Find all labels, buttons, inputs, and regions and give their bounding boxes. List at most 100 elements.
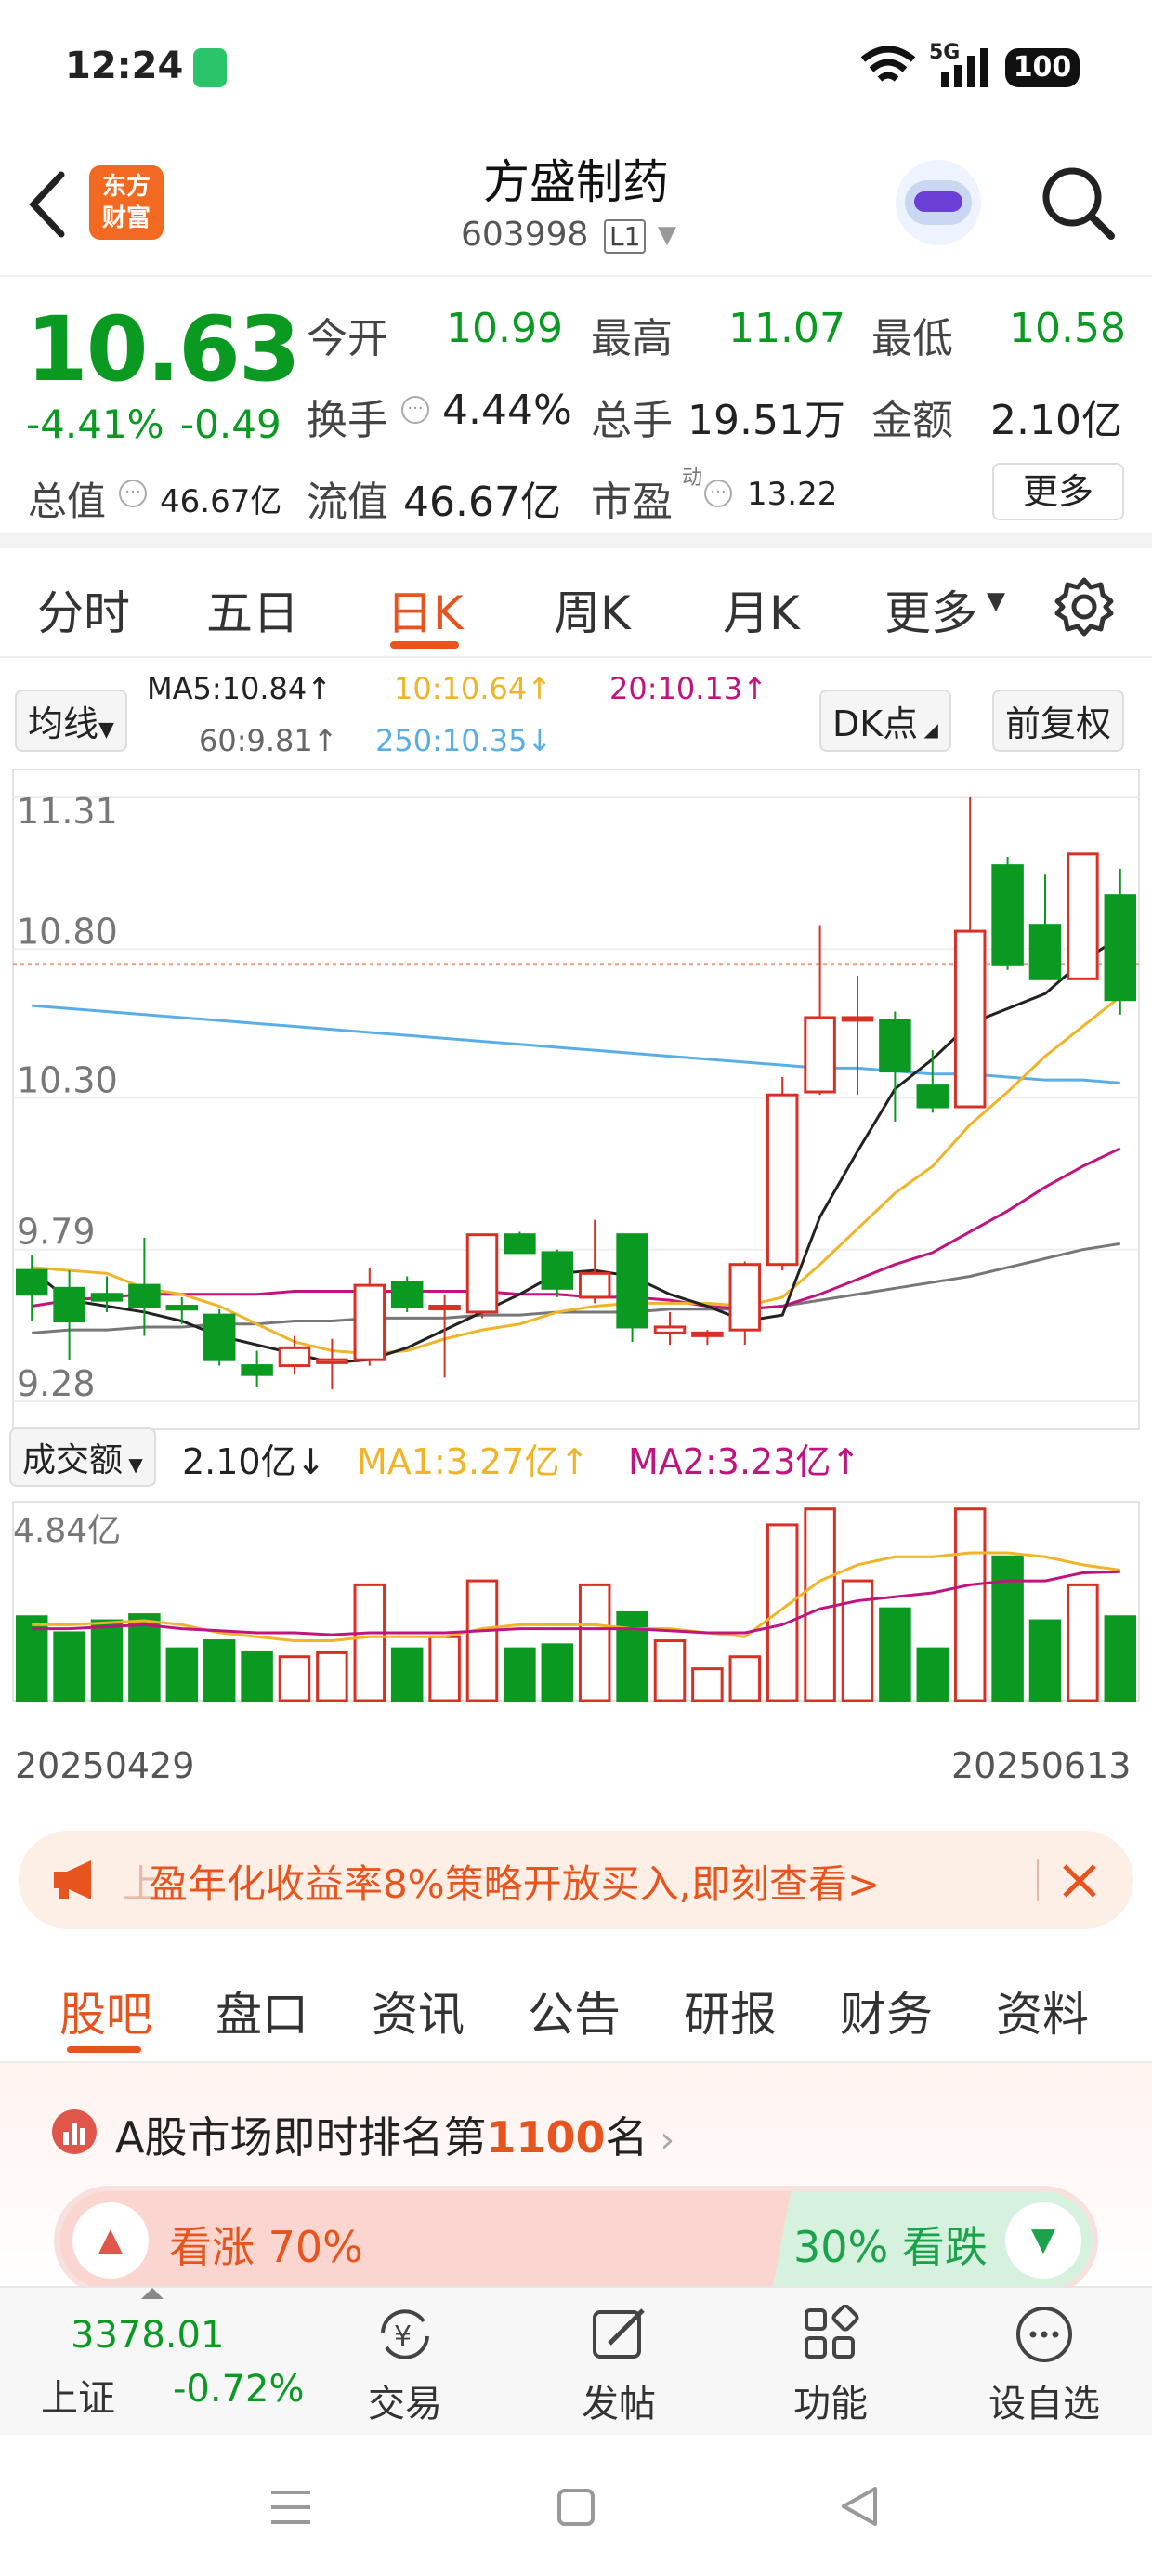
volume-value: 2.10亿↓ (182, 1441, 326, 1482)
ranking-text[interactable]: A股市场即时排名第1100名 › (115, 2104, 674, 2165)
settings-gear-icon[interactable] (1054, 576, 1115, 637)
volume-bar (278, 1655, 311, 1702)
volume-bar (578, 1583, 611, 1702)
nav-post[interactable]: 发帖 (544, 2305, 693, 2427)
tab-more[interactable]: 更多 (884, 576, 977, 643)
tab-research[interactable]: 研报 (684, 1978, 777, 2044)
tab-announcements[interactable]: 公告 (528, 1978, 621, 2044)
candle-body (353, 1283, 386, 1361)
volume-bar (465, 1579, 499, 1702)
sentiment-up-label: 看涨 70% (169, 2222, 363, 2272)
tab-news[interactable]: 资讯 (372, 1978, 465, 2044)
tab-guba[interactable]: 股吧 (59, 1978, 152, 2044)
volume-bar (691, 1667, 724, 1702)
tab-intraday[interactable]: 分时 (37, 576, 130, 643)
volume-bar (241, 1650, 273, 1702)
float-cap-value: 46.67亿 (403, 479, 561, 526)
y-tick-label: 10.80 (17, 911, 118, 952)
change-amount: -0.49 (180, 401, 281, 447)
ma20-line (31, 1147, 1121, 1311)
tab-five-day[interactable]: 五日 (206, 576, 299, 643)
tab-profile[interactable]: 资料 (996, 1978, 1089, 2044)
down-arrow-icon: ▼ (1005, 2202, 1081, 2279)
volume-bar (53, 1631, 85, 1702)
y-tick-label: 10.30 (17, 1059, 118, 1100)
pe-label: 市盈 (591, 479, 673, 526)
high-value: 11.07 (728, 305, 845, 352)
change-percent: -4.41% (26, 401, 164, 447)
adjust-button[interactable]: 前复权 (992, 690, 1125, 752)
nav-features[interactable]: 功能 (756, 2304, 905, 2427)
index-switch-icon[interactable] (141, 2288, 164, 2299)
tab-weekly-k[interactable]: 周K (554, 576, 631, 643)
index-name: 上证 (41, 2377, 115, 2420)
sentiment-bar: ▲ 看涨 70% 30% 看跌 ▼ (54, 2186, 1098, 2295)
pe-value: 13.22 (747, 476, 838, 513)
tab-financials[interactable]: 财务 (840, 1978, 933, 2044)
home-square-icon[interactable] (556, 2487, 596, 2528)
index-value[interactable]: 3378.01 (71, 2314, 224, 2357)
active-subtab-indicator (67, 2046, 141, 2053)
back-triangle-icon[interactable] (836, 2483, 881, 2530)
status-bar: 12:24 5G 100 (0, 0, 1152, 130)
menu-icon[interactable] (269, 2487, 312, 2528)
candle-body (390, 1281, 424, 1308)
vol-ma2-legend: MA2:3.23亿↑ (628, 1441, 861, 1482)
ma10-legend: 10:10.64↑ (394, 671, 552, 706)
volume-bar (203, 1639, 236, 1702)
close-icon[interactable] (1061, 1862, 1098, 1899)
kline-svg[interactable]: 11.31 10.80 10.30 9.79 9.28 (0, 769, 1152, 1782)
candle-body (1067, 852, 1099, 980)
level-dropdown-icon[interactable]: ▼ (658, 221, 676, 249)
system-nav-bar (0, 2435, 1152, 2576)
megaphone-icon (54, 1860, 91, 1899)
candle-body (165, 1305, 199, 1311)
candle-body (653, 1325, 687, 1334)
candle-body (316, 1358, 348, 1364)
current-price: 10.63 (26, 297, 301, 401)
quote-level-badge[interactable]: L1 (604, 219, 647, 254)
y-tick-label: 11.31 (17, 791, 118, 832)
market-cap-label: 总值 (28, 479, 107, 524)
volume-bar (390, 1647, 424, 1702)
volume-bar (616, 1610, 648, 1702)
tab-order-book[interactable]: 盘口 (216, 1978, 308, 2044)
info-icon[interactable]: ··· (119, 480, 147, 507)
open-label: 今开 (307, 315, 388, 362)
robot-assistant-icon[interactable] (896, 160, 981, 245)
y-tick-label: 9.28 (17, 1363, 96, 1404)
indicator-dropdown-icon: ▼ (98, 718, 114, 742)
nav-watchlist-label: 设自选 (988, 2383, 1100, 2425)
tab-monthly-k[interactable]: 月K (723, 576, 800, 643)
bottom-nav: 3378.01 上证 -0.72% ¥ 交易 发帖 功能 设自选 (0, 2286, 1152, 2435)
volume-bar (728, 1655, 762, 1702)
tab-daily-k[interactable]: 日K (386, 576, 464, 643)
candle-body (804, 1016, 836, 1094)
candle-body (90, 1293, 124, 1302)
amount-value: 2.10亿 (990, 397, 1122, 444)
ranking-prefix: A股市场即时排名第 (115, 2112, 487, 2162)
volume-indicator-select[interactable]: 成交额 ▼ (9, 1427, 156, 1487)
nav-trade[interactable]: ¥ 交易 (331, 2305, 479, 2427)
active-tab-indicator (390, 641, 459, 649)
more-dropdown-icon[interactable]: ▼ (987, 587, 1005, 615)
ranking-section: A股市场即时排名第1100名 › ▲ 看涨 70% 30% 看跌 ▼ (0, 2063, 1152, 2295)
info-icon[interactable]: ··· (704, 480, 732, 507)
more-button[interactable]: 更多 (992, 463, 1124, 520)
dk-point-button[interactable]: DK点 ◢ (819, 690, 951, 752)
candle-body (578, 1271, 611, 1299)
signal-icon (941, 48, 988, 87)
search-icon[interactable] (1039, 164, 1117, 242)
promo-banner[interactable]: 上 盈年化收益率8%策略开放买入,即刻查看> (19, 1831, 1133, 1929)
nav-watchlist[interactable]: 设自选 (970, 2305, 1119, 2427)
indicator-select[interactable]: 均线▼ (15, 690, 127, 752)
volume-bar (1067, 1583, 1099, 1702)
volume-bar (165, 1647, 199, 1702)
candle-body (428, 1305, 461, 1311)
info-icon[interactable]: ··· (401, 396, 429, 424)
dk-dropdown-icon: ◢ (918, 718, 938, 741)
market-cap-value: 46.67亿 (160, 483, 282, 520)
volume-bar (991, 1555, 1024, 1702)
quote-panel: 10.63 -4.41% -0.49 今开 10.99 最高 11.07 最低 … (0, 277, 1152, 548)
index-change: -0.72% (173, 2368, 305, 2411)
